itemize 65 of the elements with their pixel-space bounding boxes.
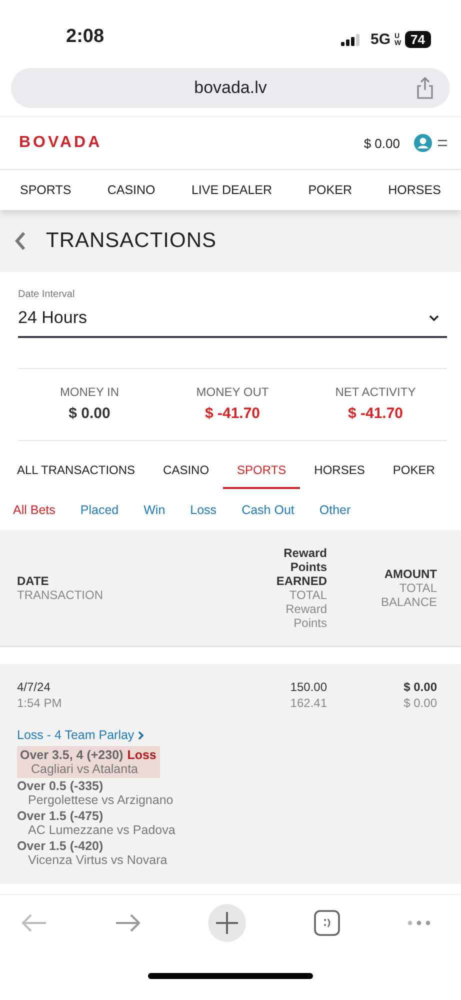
leg-pick: Over 1.5 (-420) bbox=[17, 839, 104, 853]
filter-link[interactable]: All Bets bbox=[13, 503, 56, 517]
leg-match: Vicenza Virtus vs Novara bbox=[27, 853, 168, 867]
category-tab[interactable]: ALL TRANSACTIONS bbox=[17, 451, 136, 489]
column-subtitle: TOTAL BALANCE bbox=[380, 581, 437, 609]
filter-link[interactable]: Win bbox=[144, 503, 166, 517]
summary-value: $ -41.70 bbox=[204, 405, 260, 422]
filter-link[interactable]: Loss bbox=[190, 503, 217, 517]
filter-link[interactable]: Other bbox=[319, 503, 351, 517]
nav-link[interactable]: LIVE DEALER bbox=[191, 183, 272, 197]
address-bar[interactable]: bovada.lv bbox=[11, 68, 450, 108]
column-title: AMOUNT bbox=[384, 567, 437, 581]
network-label: 5G bbox=[370, 31, 391, 48]
filter-link[interactable]: Placed bbox=[80, 503, 119, 517]
summary-label: MONEY IN bbox=[60, 385, 120, 399]
column-subtitle: TOTAL Reward Points bbox=[284, 588, 327, 630]
leg-pick: Over 1.5 (-475) bbox=[17, 809, 104, 823]
summary-label: MONEY OUT bbox=[196, 385, 269, 399]
leg-match: AC Lumezzane vs Padova bbox=[27, 823, 176, 837]
chevron-right-icon bbox=[138, 730, 144, 740]
more-icon[interactable] bbox=[407, 920, 431, 926]
leg-pick: Over 3.5, 4 (+230) bbox=[20, 748, 124, 762]
leg-match: Cagliari vs Atalanta bbox=[30, 762, 140, 776]
new-tab-icon[interactable] bbox=[208, 904, 246, 942]
share-icon[interactable] bbox=[416, 77, 434, 99]
category-tab[interactable]: HORSES bbox=[314, 451, 365, 489]
menu-icon[interactable] bbox=[438, 139, 447, 147]
leg-pick: Over 0.5 (-335) bbox=[17, 779, 104, 793]
transaction-date: 4/7/24 bbox=[17, 680, 52, 694]
nav-link[interactable]: HORSES bbox=[388, 183, 441, 197]
back-arrow-icon[interactable] bbox=[21, 914, 47, 932]
transaction-amount: $ 0.00 bbox=[404, 680, 437, 694]
account-balance: $ 0.00 bbox=[364, 136, 400, 150]
field-label: Date Interval bbox=[18, 289, 76, 300]
transaction-time: 1:54 PM bbox=[17, 696, 63, 710]
back-icon[interactable] bbox=[14, 231, 26, 251]
total-points: 162.41 bbox=[290, 696, 327, 710]
column-title: DATE bbox=[17, 574, 50, 588]
nav-link[interactable]: CASINO bbox=[107, 183, 156, 197]
tabs-icon[interactable] bbox=[314, 910, 340, 936]
column-title: Reward Points EARNED bbox=[275, 546, 327, 588]
battery-level: 74 bbox=[404, 31, 431, 48]
forward-arrow-icon[interactable] bbox=[114, 914, 140, 932]
points-earned: 150.00 bbox=[290, 680, 327, 694]
site-logo[interactable]: BOVADA bbox=[19, 134, 102, 152]
page-title: TRANSACTIONS bbox=[46, 229, 217, 253]
summary-label: NET ACTIVITY bbox=[335, 385, 416, 399]
account-icon[interactable] bbox=[414, 134, 432, 152]
signal-icon bbox=[340, 34, 361, 46]
summary-value: $ 0.00 bbox=[68, 405, 110, 422]
column-subtitle: TRANSACTION bbox=[17, 588, 104, 602]
filter-link[interactable]: Cash Out bbox=[242, 503, 294, 517]
category-tab[interactable]: SPORTS bbox=[223, 451, 300, 489]
leg-match: Pergolettese vs Arzignano bbox=[27, 793, 174, 807]
bet-link[interactable]: Loss - 4 Team Parlay bbox=[17, 728, 437, 742]
nav-link[interactable]: POKER bbox=[308, 183, 352, 197]
total-balance: $ 0.00 bbox=[404, 696, 437, 710]
date-interval-select[interactable]: 24 Hours bbox=[18, 300, 447, 338]
status-time: 2:08 bbox=[66, 26, 104, 48]
nav-link[interactable]: SPORTS bbox=[20, 183, 72, 197]
summary-value: $ -41.70 bbox=[348, 405, 404, 422]
category-tab[interactable]: POKER bbox=[392, 451, 435, 489]
leg-result: Loss bbox=[127, 748, 156, 762]
category-tab[interactable]: CASINO bbox=[163, 451, 210, 489]
chevron-down-icon bbox=[429, 314, 439, 322]
